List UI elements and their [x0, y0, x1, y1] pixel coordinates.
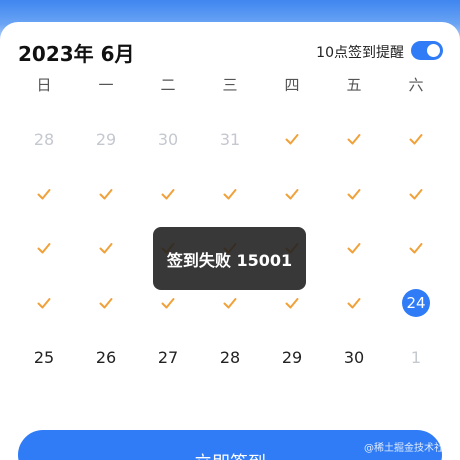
- checkmark-icon: [161, 297, 175, 309]
- calendar-day-checked[interactable]: [323, 167, 385, 222]
- checkmark-icon: [285, 134, 299, 145]
- watermark: @稀土掘金技术社区: [364, 443, 454, 454]
- checkmark-icon: [285, 297, 299, 309]
- checkmark-icon: [99, 188, 113, 200]
- checkmark-icon: [37, 297, 51, 309]
- month-title: 2023年 6月: [18, 42, 135, 66]
- calendar-day-checked[interactable]: [385, 167, 447, 222]
- error-toast: 签到失败 15001: [153, 227, 306, 290]
- calendar-day[interactable]: 30: [137, 112, 199, 167]
- toggle-knob: [427, 44, 440, 57]
- checkmark-icon: [285, 188, 299, 200]
- checkmark-icon: [347, 297, 361, 309]
- checkmark-icon: [37, 188, 51, 200]
- weekday-label: 五: [346, 76, 362, 94]
- remind-label: 10点签到提醒: [316, 45, 404, 61]
- checkmark-icon: [347, 243, 361, 254]
- calendar-week-row: 28 29 30 31: [13, 112, 447, 167]
- checkmark-icon: [37, 243, 51, 254]
- checkmark-icon: [161, 188, 175, 200]
- checkmark-icon: [409, 243, 423, 254]
- calendar-day-checked[interactable]: [75, 276, 137, 331]
- calendar-day-today[interactable]: 24: [385, 276, 447, 331]
- calendar-day-checked[interactable]: [385, 221, 447, 276]
- calendar-day[interactable]: 27: [137, 330, 199, 385]
- calendar-day-checked[interactable]: [199, 167, 261, 222]
- calendar-day-checked[interactable]: [13, 167, 75, 222]
- calendar-week-row: [13, 167, 447, 222]
- remind-toggle[interactable]: [411, 41, 443, 60]
- calendar-day-checked[interactable]: [13, 221, 75, 276]
- calendar-day-checked[interactable]: [323, 276, 385, 331]
- weekday-label: 二: [160, 76, 176, 94]
- calendar-day-checked[interactable]: [385, 112, 447, 167]
- calendar-day[interactable]: 1: [385, 330, 447, 385]
- calendar-day[interactable]: 30: [323, 330, 385, 385]
- checkmark-icon: [99, 243, 113, 254]
- calendar-day[interactable]: 28: [13, 112, 75, 167]
- today-marker: 24: [402, 288, 430, 317]
- calendar-day[interactable]: 29: [75, 112, 137, 167]
- calendar-day-checked[interactable]: [261, 167, 323, 222]
- calendar-day[interactable]: 26: [75, 330, 137, 385]
- calendar-day-checked[interactable]: [323, 112, 385, 167]
- calendar-day-checked[interactable]: [261, 112, 323, 167]
- weekday-label: 一: [98, 76, 114, 94]
- checkmark-icon: [347, 134, 361, 145]
- calendar-day[interactable]: 29: [261, 330, 323, 385]
- calendar-day-checked[interactable]: [13, 276, 75, 331]
- calendar-day[interactable]: 25: [13, 330, 75, 385]
- checkmark-icon: [409, 134, 423, 145]
- calendar-day[interactable]: 31: [199, 112, 261, 167]
- weekday-label: 六: [408, 76, 424, 94]
- weekday-label: 三: [222, 76, 238, 94]
- checkmark-icon: [223, 188, 237, 200]
- checkmark-icon: [99, 297, 113, 309]
- calendar-day-checked[interactable]: [75, 221, 137, 276]
- calendar-day-checked[interactable]: [137, 167, 199, 222]
- calendar-week-row: 25 26 27 28 29 30 1: [13, 330, 447, 385]
- weekday-label: 四: [284, 76, 300, 94]
- calendar-day-checked[interactable]: [323, 221, 385, 276]
- weekday-header: 日 一 二 三 四 五 六: [13, 70, 447, 100]
- checkmark-icon: [409, 188, 423, 200]
- checkmark-icon: [347, 188, 361, 200]
- calendar-day[interactable]: 28: [199, 330, 261, 385]
- calendar-day-checked[interactable]: [75, 167, 137, 222]
- checkmark-icon: [223, 297, 237, 309]
- weekday-label: 日: [36, 76, 52, 94]
